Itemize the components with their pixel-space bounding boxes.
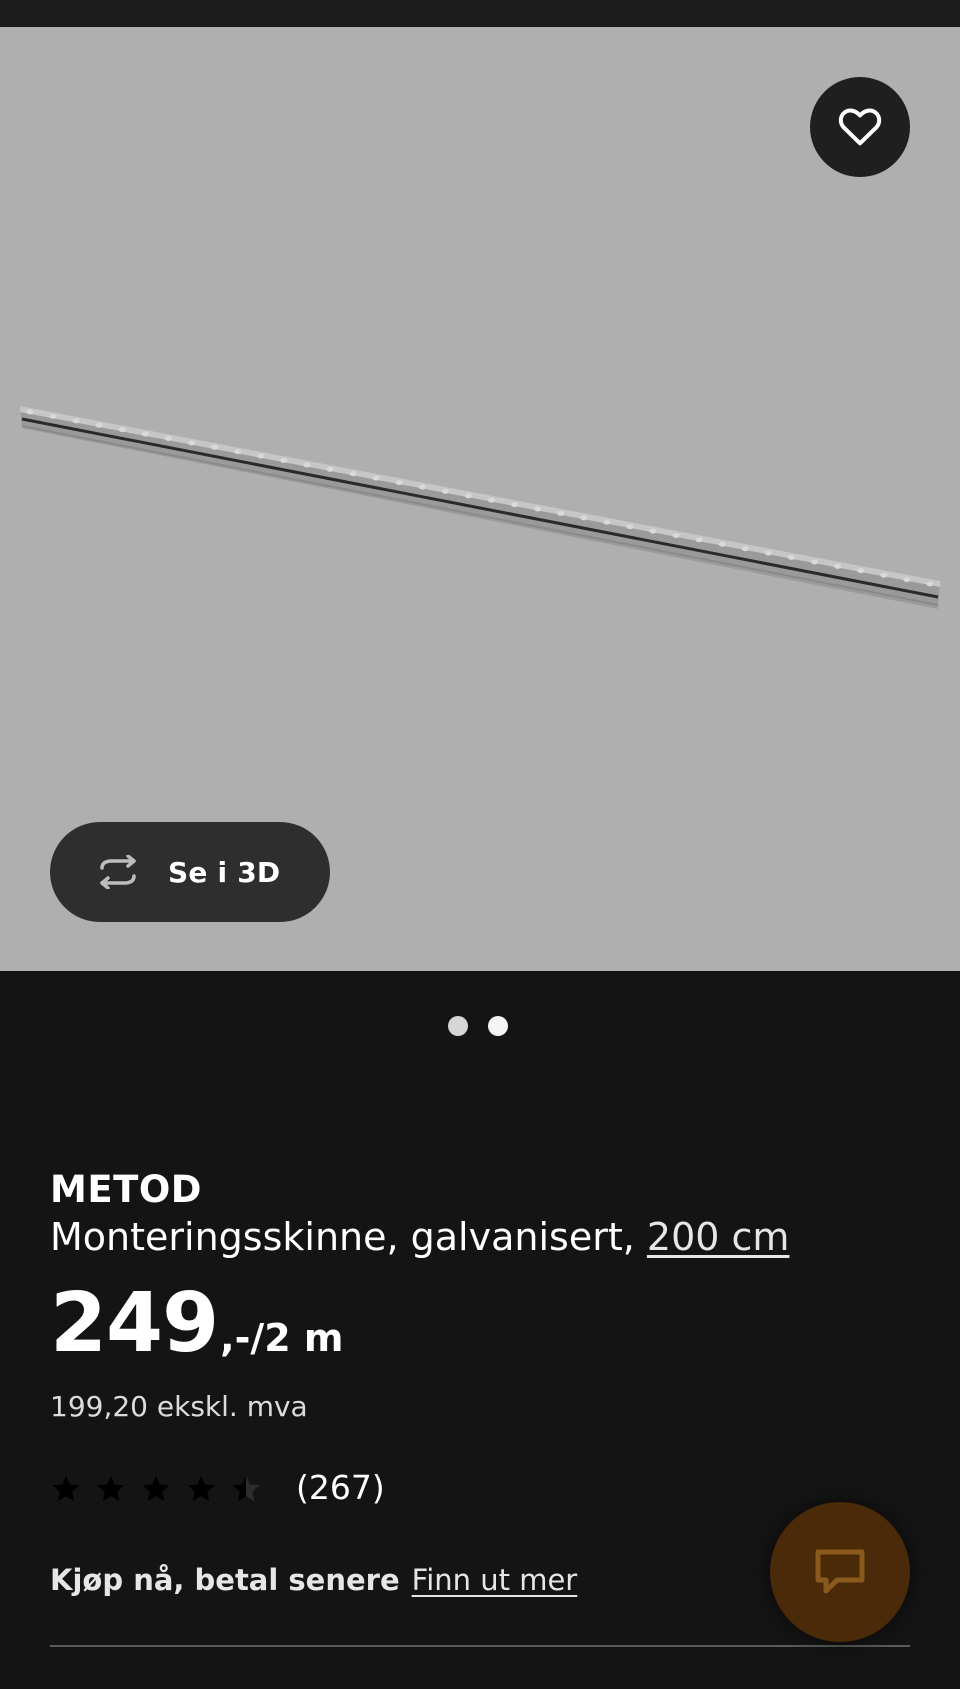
price-suffix: ,-/2 m xyxy=(220,1316,344,1360)
chat-button[interactable] xyxy=(770,1502,910,1642)
rating[interactable]: (267) xyxy=(50,1468,385,1507)
rail-hole xyxy=(26,409,34,415)
rail-hole xyxy=(49,413,57,419)
carousel-dot-1[interactable] xyxy=(448,1016,468,1036)
rail-hole xyxy=(811,559,819,565)
rail-hole xyxy=(764,550,772,556)
rail-hole xyxy=(626,524,634,530)
chat-bubble-icon xyxy=(815,1549,865,1594)
rail-hole xyxy=(741,546,749,552)
star-icon xyxy=(95,1472,127,1504)
rail-hole xyxy=(326,466,334,472)
rail-hole xyxy=(280,458,288,464)
heart-icon xyxy=(838,108,882,146)
rail-hole xyxy=(880,572,888,578)
bnpl-text: Kjøp nå, betal senere xyxy=(50,1563,400,1597)
carousel-indicator xyxy=(448,1016,508,1036)
rail-hole xyxy=(603,519,611,525)
divider xyxy=(50,1645,910,1647)
size-link[interactable]: 200 cm xyxy=(647,1215,790,1259)
rail-hole xyxy=(926,581,934,587)
rail-hole xyxy=(488,497,496,503)
star-icon xyxy=(50,1472,82,1504)
rail-hole xyxy=(511,502,519,508)
star-icon xyxy=(185,1472,217,1504)
rail-hole xyxy=(464,493,472,499)
star-rating xyxy=(50,1472,262,1504)
product-brand: METOD xyxy=(50,1168,202,1211)
rail-hole xyxy=(188,440,196,446)
star-icon xyxy=(230,1472,262,1504)
top-bar xyxy=(0,0,960,27)
rail-hole xyxy=(672,532,680,538)
rail-hole xyxy=(788,555,796,561)
rail-hole xyxy=(441,488,449,494)
rail-hole xyxy=(857,568,865,574)
rail-hole xyxy=(649,528,657,534)
review-count[interactable]: (267) xyxy=(296,1468,385,1507)
rail-hole xyxy=(141,431,149,437)
rail-hole xyxy=(903,577,911,583)
view-in-3d-button[interactable]: Se i 3D xyxy=(50,822,330,922)
rail-hole xyxy=(349,471,357,477)
view-in-3d-label: Se i 3D xyxy=(168,855,281,889)
rail-hole xyxy=(372,475,380,481)
price: 249 ,-/2 m xyxy=(50,1283,344,1365)
product-description-text: Monteringsskinne, galvanisert, xyxy=(50,1215,635,1259)
product-description: Monteringsskinne, galvanisert, 200 cm xyxy=(50,1215,789,1259)
rail-hole xyxy=(72,418,80,424)
bnpl-learn-more-link[interactable]: Finn ut mer xyxy=(412,1563,578,1597)
carousel-dot-2[interactable] xyxy=(488,1016,508,1036)
rotate-3d-icon xyxy=(100,855,136,889)
product-page: Se i 3D METOD Monteringsskinne, galvanis… xyxy=(0,0,960,1689)
rail-hole xyxy=(118,427,126,433)
price-excluding-vat: 199,20 ekskl. mva xyxy=(50,1390,308,1423)
rail-hole xyxy=(303,462,311,468)
price-integer: 249 xyxy=(50,1276,219,1371)
rail-hole xyxy=(534,506,542,512)
rail-hole xyxy=(257,453,265,459)
star-icon xyxy=(140,1472,172,1504)
rail-hole xyxy=(834,563,842,569)
rail-hole xyxy=(234,449,242,455)
rail-hole xyxy=(95,422,103,428)
rail-hole xyxy=(557,510,565,516)
favorite-button[interactable] xyxy=(810,77,910,177)
rail-hole xyxy=(395,480,403,486)
rail-hole xyxy=(695,537,703,543)
product-image[interactable]: Se i 3D xyxy=(0,27,960,971)
rail-hole xyxy=(580,515,588,521)
rail-hole xyxy=(418,484,426,490)
rail-hole xyxy=(718,541,726,547)
rail-hole xyxy=(164,435,172,441)
buy-now-pay-later: Kjøp nå, betal senere Finn ut mer xyxy=(50,1563,577,1597)
rail-hole xyxy=(211,444,219,450)
